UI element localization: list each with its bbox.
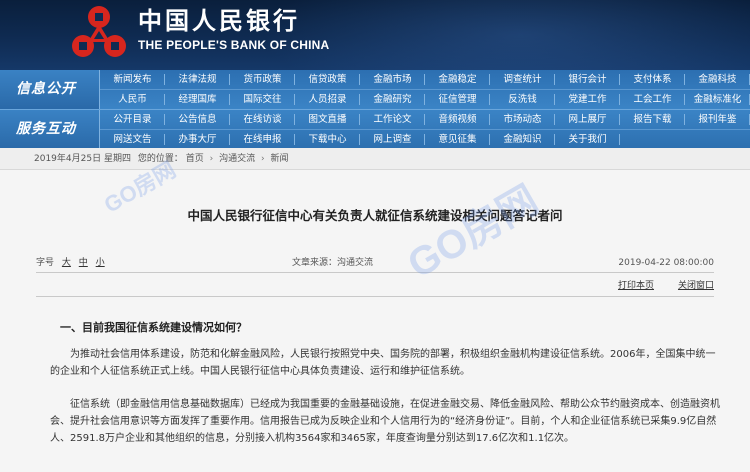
breadcrumb: 2019年4月25日 星期四 您的位置： 首页 › 沟通交流 › 新闻 xyxy=(0,148,750,170)
nav-item[interactable]: 意见征集 xyxy=(425,130,490,149)
divider xyxy=(36,272,714,273)
breadcrumb-news[interactable]: 新闻 xyxy=(270,148,288,170)
font-size-small-button[interactable]: 小 xyxy=(96,258,105,268)
nav-item[interactable]: 法律法规 xyxy=(165,70,230,89)
article-source: 文章来源：沟通交流 xyxy=(292,254,373,272)
section-heading: 一、目前我国征信系统建设情况如何？ xyxy=(60,321,247,334)
nav-item[interactable]: 金融科技 xyxy=(685,70,750,89)
divider xyxy=(36,296,714,297)
nav-category-service-interaction[interactable]: 服务互动 xyxy=(0,110,100,149)
nav-item[interactable]: 金融市场 xyxy=(360,70,425,89)
nav-item[interactable]: 关于我们 xyxy=(555,130,620,149)
main-navigation: 信息公开 新闻发布 法律法规 货币政策 信贷政策 金融市场 金融稳定 调查统计 … xyxy=(0,70,750,149)
nav-group-service: 服务互动 公开目录 公告信息 在线访谈 图文直播 工作论文 音频视频 市场动态 … xyxy=(0,109,750,149)
nav-item[interactable]: 公告信息 xyxy=(165,110,230,129)
nav-row: 网送文告 办事大厅 在线申报 下载中心 网上调查 意见征集 金融知识 关于我们 xyxy=(100,129,750,148)
print-page-link[interactable]: 打印本页 xyxy=(618,278,654,294)
nav-row: 人民币 经理国库 国际交往 人员招录 金融研究 征信管理 反洗钱 党建工作 工会… xyxy=(100,89,750,108)
nav-item[interactable]: 办事大厅 xyxy=(165,130,230,149)
nav-item[interactable]: 金融稳定 xyxy=(425,70,490,89)
nav-row: 公开目录 公告信息 在线访谈 图文直播 工作论文 音频视频 市场动态 网上展厅 … xyxy=(100,110,750,129)
font-size-control: 字号 大 中 小 xyxy=(36,254,105,272)
nav-item[interactable]: 下载中心 xyxy=(295,130,360,149)
nav-items-service: 公开目录 公告信息 在线访谈 图文直播 工作论文 音频视频 市场动态 网上展厅 … xyxy=(100,110,750,149)
nav-item[interactable]: 党建工作 xyxy=(555,90,620,109)
article-date: 2019-04-22 08:00:00 xyxy=(618,258,714,268)
nav-item[interactable]: 征信管理 xyxy=(425,90,490,109)
nav-group-info: 信息公开 新闻发布 法律法规 货币政策 信贷政策 金融市场 金融稳定 调查统计 … xyxy=(0,70,750,109)
nav-item[interactable]: 网送文告 xyxy=(100,130,165,149)
logo-chinese-text[interactable]: 中国人民银行 xyxy=(138,6,300,36)
nav-item[interactable]: 货币政策 xyxy=(230,70,295,89)
nav-item[interactable]: 市场动态 xyxy=(490,110,555,129)
nav-item[interactable]: 反洗钱 xyxy=(490,90,555,109)
nav-item[interactable]: 在线申报 xyxy=(230,130,295,149)
nav-item[interactable]: 网上调查 xyxy=(360,130,425,149)
article-paragraph: 为推动社会信用体系建设，防范和化解金融风险，人民银行按照党中央、国务院的部署，积… xyxy=(50,349,716,377)
nav-item[interactable]: 工作论文 xyxy=(360,110,425,129)
font-size-label: 字号 xyxy=(36,258,55,268)
article-paragraph: 征信系统（即金融信用信息基础数据库）已经成为我国重要的金融基础设施，在促进金融交… xyxy=(50,399,720,444)
nav-item[interactable]: 网上展厅 xyxy=(555,110,620,129)
breadcrumb-prefix: 您的位置： xyxy=(137,154,183,164)
nav-item[interactable]: 国际交往 xyxy=(230,90,295,109)
font-size-large-button[interactable]: 大 xyxy=(62,258,71,268)
breadcrumb-separator: › xyxy=(209,154,214,164)
nav-item[interactable]: 银行会计 xyxy=(555,70,620,89)
logo-english-text[interactable]: THE PEOPLE'S BANK OF CHINA xyxy=(138,37,329,53)
article-title: 中国人民银行征信中心有关负责人就征信系统建设相关问题答记者问 xyxy=(187,208,563,223)
close-window-link[interactable]: 关闭窗口 xyxy=(678,278,714,294)
nav-item[interactable]: 信贷政策 xyxy=(295,70,360,89)
header-glow xyxy=(260,0,750,70)
nav-item[interactable]: 新闻发布 xyxy=(100,70,165,89)
nav-item[interactable]: 调查统计 xyxy=(490,70,555,89)
nav-item[interactable]: 报告下载 xyxy=(620,110,685,129)
nav-item[interactable]: 图文直播 xyxy=(295,110,360,129)
breadcrumb-separator: › xyxy=(260,154,265,164)
nav-row: 新闻发布 法律法规 货币政策 信贷政策 金融市场 金融稳定 调查统计 银行会计 … xyxy=(100,70,750,89)
font-size-medium-button[interactable]: 中 xyxy=(79,258,88,268)
nav-category-info-disclosure[interactable]: 信息公开 xyxy=(0,70,100,109)
breadcrumb-communication[interactable]: 沟通交流 xyxy=(219,148,255,170)
nav-item[interactable]: 公开目录 xyxy=(100,110,165,129)
nav-item[interactable]: 人员招录 xyxy=(295,90,360,109)
nav-item[interactable]: 人民币 xyxy=(100,90,165,109)
source-label: 文章来源： xyxy=(292,258,338,268)
nav-item[interactable]: 经理国库 xyxy=(165,90,230,109)
current-date: 2019年4月25日 星期四 xyxy=(34,154,131,164)
nav-item[interactable]: 金融研究 xyxy=(360,90,425,109)
pboc-emblem-icon[interactable] xyxy=(70,4,128,62)
nav-item[interactable]: 金融知识 xyxy=(490,130,555,149)
article-container: 中国人民银行征信中心有关负责人就征信系统建设相关问题答记者问 字号 大 中 小 … xyxy=(0,170,750,472)
site-header: 中国人民银行 THE PEOPLE'S BANK OF CHINA xyxy=(0,0,750,70)
nav-item[interactable]: 金融标准化 xyxy=(685,90,750,109)
nav-items-info: 新闻发布 法律法规 货币政策 信贷政策 金融市场 金融稳定 调查统计 银行会计 … xyxy=(100,70,750,109)
nav-item[interactable]: 在线访谈 xyxy=(230,110,295,129)
breadcrumb-home[interactable]: 首页 xyxy=(186,148,204,170)
nav-item[interactable]: 音频视频 xyxy=(425,110,490,129)
article-meta: 字号 大 中 小 文章来源：沟通交流 2019-04-22 08:00:00 xyxy=(36,254,714,272)
nav-item[interactable]: 报刊年鉴 xyxy=(685,110,750,129)
source-value: 沟通交流 xyxy=(337,258,374,268)
nav-item[interactable]: 工会工作 xyxy=(620,90,685,109)
article-tools: 打印本页 关闭窗口 xyxy=(36,278,714,294)
nav-item[interactable]: 支付体系 xyxy=(620,70,685,89)
